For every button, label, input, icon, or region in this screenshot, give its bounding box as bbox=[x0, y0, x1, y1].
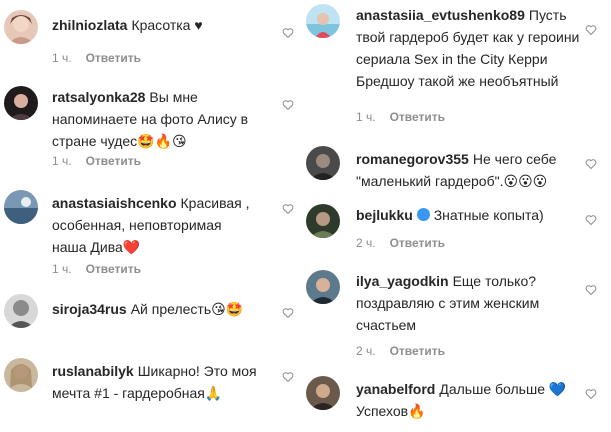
avatar[interactable] bbox=[306, 146, 340, 180]
avatar[interactable] bbox=[306, 4, 340, 38]
reply-button[interactable]: Ответить bbox=[390, 236, 445, 250]
comment-text: Красотка ♥ bbox=[131, 17, 203, 33]
heart-outline-icon[interactable] bbox=[282, 371, 294, 383]
avatar[interactable] bbox=[4, 294, 38, 328]
reply-button[interactable]: Ответить bbox=[86, 262, 141, 276]
comment-meta: 1 ч. Ответить bbox=[52, 262, 141, 276]
comment-username[interactable]: ruslanabilyk bbox=[52, 363, 134, 379]
comment-text: Знатные копыта) bbox=[433, 207, 544, 223]
comment-meta: 2 ч. Ответить bbox=[356, 344, 445, 358]
heart-outline-icon[interactable] bbox=[585, 24, 597, 36]
comment-username[interactable]: zhilniozlata bbox=[52, 17, 127, 33]
reply-button[interactable]: Ответить bbox=[390, 344, 445, 358]
avatar[interactable] bbox=[306, 376, 340, 410]
avatar[interactable] bbox=[4, 10, 38, 44]
comment-username[interactable]: anastasiia_evtushenko89 bbox=[356, 7, 525, 23]
heart-outline-icon[interactable] bbox=[585, 214, 597, 226]
heart-outline-icon[interactable] bbox=[282, 27, 294, 39]
heart-outline-icon[interactable] bbox=[282, 307, 294, 319]
heart-outline-icon[interactable] bbox=[585, 284, 597, 296]
comment-time: 1 ч. bbox=[52, 51, 72, 65]
comment-time: 2 ч. bbox=[356, 236, 376, 250]
avatar[interactable] bbox=[4, 86, 38, 120]
comment-meta: 1 ч. Ответить bbox=[356, 110, 445, 124]
comment-meta: 1 ч. Ответить bbox=[52, 51, 141, 65]
reply-button[interactable]: Ответить bbox=[390, 110, 445, 124]
avatar[interactable] bbox=[4, 190, 38, 224]
comment-time: 2 ч. bbox=[356, 344, 376, 358]
comment-username[interactable]: ratsalyonka28 bbox=[52, 89, 145, 105]
comment-username[interactable]: bejlukku bbox=[356, 207, 413, 223]
avatar[interactable] bbox=[4, 358, 38, 392]
comment-username[interactable]: yanabelford bbox=[356, 381, 435, 397]
comment-meta: 1 ч. Ответить bbox=[52, 154, 141, 168]
reply-button[interactable]: Ответить bbox=[86, 154, 141, 168]
comment-username[interactable]: ilya_yagodkin bbox=[356, 273, 449, 289]
heart-outline-icon[interactable] bbox=[282, 99, 294, 111]
heart-outline-icon[interactable] bbox=[585, 388, 597, 400]
comment-time: 1 ч. bbox=[52, 154, 72, 168]
comment-username[interactable]: anastasiaishcenko bbox=[52, 195, 177, 211]
comment-meta: 2 ч. Ответить bbox=[356, 236, 445, 250]
heart-outline-icon[interactable] bbox=[282, 203, 294, 215]
avatar[interactable] bbox=[306, 204, 340, 238]
reply-button[interactable]: Ответить bbox=[86, 51, 141, 65]
verified-badge-icon bbox=[416, 208, 430, 221]
comment-username[interactable]: romanegorov355 bbox=[356, 151, 469, 167]
avatar[interactable] bbox=[306, 270, 340, 304]
heart-outline-icon[interactable] bbox=[585, 158, 597, 170]
comment-time: 1 ч. bbox=[356, 110, 376, 124]
comment-text: Ай прелесть😘🤩 bbox=[130, 301, 244, 317]
comment-time: 1 ч. bbox=[52, 262, 72, 276]
comment-username[interactable]: siroja34rus bbox=[52, 301, 127, 317]
